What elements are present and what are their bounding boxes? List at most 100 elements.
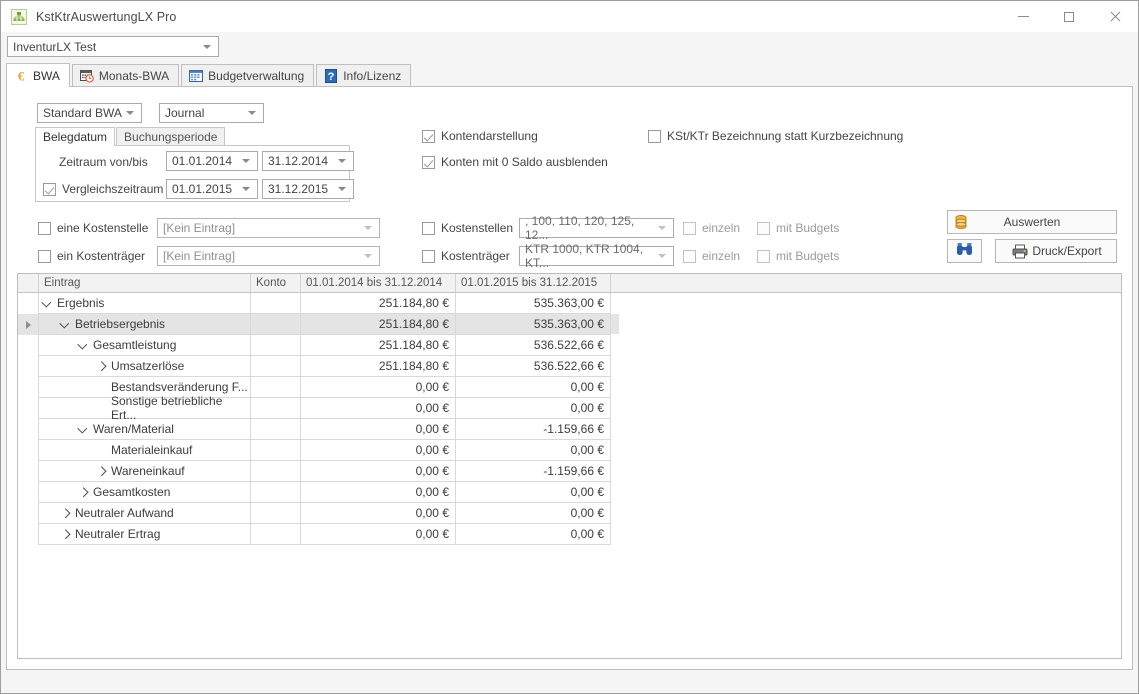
grid-header-period-2[interactable]: 01.01.2015 bis 31.12.2015 — [456, 274, 611, 292]
row-label: Ergebnis — [55, 296, 104, 310]
table-row[interactable]: Sonstige betriebliche Ert...0,00 €0,00 € — [18, 398, 1121, 419]
chevron-down-icon[interactable] — [57, 320, 73, 329]
compare-to-value: 31.12.2015 — [268, 182, 328, 196]
compare-period-checkbox[interactable]: Vergleichszeitraum — [43, 182, 163, 196]
cell-filler — [611, 335, 619, 356]
kostentraeger-budgets-checkbox[interactable]: mit Budgets — [757, 249, 839, 263]
druck-export-button[interactable]: Druck/Export — [995, 239, 1117, 263]
compare-from-combo[interactable]: 01.01.2015 — [166, 179, 258, 199]
table-row[interactable]: Umsatzerlöse251.184,80 €536.522,66 € — [18, 356, 1121, 377]
chevron-right-icon[interactable] — [93, 362, 109, 371]
row-label: Neutraler Ertrag — [73, 527, 160, 541]
row-label: Betriebsergebnis — [73, 317, 165, 331]
chevron-down-icon[interactable] — [75, 341, 91, 350]
minimize-button[interactable] — [1000, 1, 1046, 32]
chevron-down-icon — [203, 45, 211, 49]
cell-eintrag: Gesamtleistung — [39, 335, 251, 356]
report-type-combo[interactable]: Standard BWA — [37, 103, 142, 123]
chevron-right-icon[interactable] — [75, 488, 91, 497]
compare-to-combo[interactable]: 31.12.2015 — [262, 179, 354, 199]
table-row[interactable]: Ergebnis251.184,80 €535.363,00 € — [18, 293, 1121, 314]
period-to-combo[interactable]: 31.12.2014 — [262, 151, 354, 171]
row-indicator — [18, 356, 39, 377]
tab-budgetverwaltung[interactable]: Budgetverwaltung — [181, 64, 314, 87]
kostentraeger-einzeln-checkbox[interactable]: einzeln — [683, 249, 740, 263]
chevron-down-icon[interactable] — [39, 299, 55, 308]
row-indicator — [18, 377, 39, 398]
eine-kostenstelle-combo[interactable]: [Kein Eintrag] — [157, 218, 380, 238]
period-to-value: 31.12.2014 — [268, 154, 328, 168]
tab-bwa[interactable]: € BWA — [6, 63, 70, 87]
row-label: Sonstige betriebliche Ert... — [109, 394, 250, 422]
tab-buchungsperiode[interactable]: Buchungsperiode — [116, 127, 225, 145]
cell-period-1-value: 0,00 € — [301, 440, 456, 461]
grid-header-eintrag[interactable]: Eintrag — [39, 274, 251, 292]
chevron-down-icon[interactable] — [75, 425, 91, 434]
ein-kostentraeger-checkbox[interactable]: ein Kostenträger — [38, 249, 145, 263]
search-button[interactable] — [947, 239, 982, 263]
grid-header-konto[interactable]: Konto — [251, 274, 301, 292]
kostentraeger-label: Kostenträger — [441, 249, 510, 263]
results-grid[interactable]: Eintrag Konto 01.01.2014 bis 31.12.2014 … — [17, 273, 1122, 659]
row-indicator — [18, 461, 39, 482]
kst-ktr-bezeichnung-checkbox[interactable]: KSt/KTr Bezeichnung statt Kurzbezeichnun… — [648, 129, 903, 143]
current-row-arrow-icon — [26, 321, 31, 329]
grid-header-row: Eintrag Konto 01.01.2014 bis 31.12.2014 … — [18, 274, 1121, 293]
kostentraeger-checkbox[interactable]: Kostenträger — [422, 249, 510, 263]
compare-from-value: 01.01.2015 — [172, 182, 232, 196]
tab-monats-bwa[interactable]: Monats-BWA — [72, 64, 179, 87]
close-icon — [1109, 11, 1121, 23]
cell-konto — [251, 482, 301, 503]
table-row[interactable]: Betriebsergebnis251.184,80 €535.363,00 € — [18, 314, 1121, 335]
row-label: Wareneinkauf — [109, 464, 185, 478]
table-row[interactable]: Neutraler Ertrag0,00 €0,00 € — [18, 524, 1121, 545]
database-combo[interactable]: InventurLX Test — [7, 36, 219, 57]
row-indicator — [18, 335, 39, 356]
cell-period-2-value: -1.159,66 € — [456, 461, 611, 482]
chevron-right-icon[interactable] — [57, 509, 73, 518]
kostenstellen-einzeln-checkbox[interactable]: einzeln — [683, 221, 740, 235]
table-row[interactable]: Gesamtkosten0,00 €0,00 € — [18, 482, 1121, 503]
chevron-right-icon[interactable] — [93, 467, 109, 476]
row-indicator — [18, 398, 39, 419]
table-row[interactable]: Materialeinkauf0,00 €0,00 € — [18, 440, 1121, 461]
row-indicator — [18, 503, 39, 524]
cell-filler — [611, 503, 619, 524]
kontendarstellung-checkbox[interactable]: Kontendarstellung — [422, 129, 538, 143]
journal-combo[interactable]: Journal — [159, 103, 264, 123]
kostenstellen-combo[interactable]: , 100, 110, 120, 125, 12... — [519, 218, 674, 238]
cell-filler — [611, 419, 619, 440]
table-row[interactable]: Gesamtleistung251.184,80 €536.522,66 € — [18, 335, 1121, 356]
period-from-combo[interactable]: 01.01.2014 — [166, 151, 258, 171]
kostenstellen-checkbox[interactable]: Kostenstellen — [422, 221, 513, 235]
table-row[interactable]: Neutraler Aufwand0,00 €0,00 € — [18, 503, 1121, 524]
checkbox-box — [683, 250, 696, 263]
grid-header-period-1[interactable]: 01.01.2014 bis 31.12.2014 — [301, 274, 456, 292]
auswerten-button[interactable]: Auswerten — [947, 210, 1117, 234]
cell-konto — [251, 377, 301, 398]
chevron-down-icon — [242, 159, 250, 163]
checkbox-box — [43, 183, 56, 196]
row-indicator — [18, 314, 39, 335]
ein-kostentraeger-combo[interactable]: [Kein Eintrag] — [157, 246, 380, 266]
konten-null-saldo-checkbox[interactable]: Konten mit 0 Saldo ausblenden — [422, 155, 608, 169]
chevron-right-icon[interactable] — [57, 530, 73, 539]
tab-info-lizenz[interactable]: ? Info/Lizenz — [316, 64, 411, 87]
journal-value: Journal — [165, 106, 204, 120]
table-row[interactable]: Waren/Material0,00 €-1.159,66 € — [18, 419, 1121, 440]
cell-filler — [611, 461, 619, 482]
cell-filler — [611, 293, 619, 314]
cell-period-1-value: 0,00 € — [301, 503, 456, 524]
cell-period-1-value: 251.184,80 € — [301, 314, 456, 335]
chevron-down-icon — [658, 254, 666, 258]
kostenstellen-budgets-checkbox[interactable]: mit Budgets — [757, 221, 839, 235]
tab-belegdatum[interactable]: Belegdatum — [35, 127, 115, 146]
close-button[interactable] — [1092, 1, 1138, 32]
kostentraeger-combo[interactable]: KTR 1000, KTR 1004, KT... — [519, 246, 674, 266]
maximize-button[interactable] — [1046, 1, 1092, 32]
table-row[interactable]: Wareneinkauf0,00 €-1.159,66 € — [18, 461, 1121, 482]
eine-kostenstelle-checkbox[interactable]: eine Kostenstelle — [38, 221, 148, 235]
window-title: KstKtrAuswertungLX Pro — [36, 10, 176, 24]
cell-period-1-value: 0,00 € — [301, 398, 456, 419]
cell-filler — [611, 356, 619, 377]
